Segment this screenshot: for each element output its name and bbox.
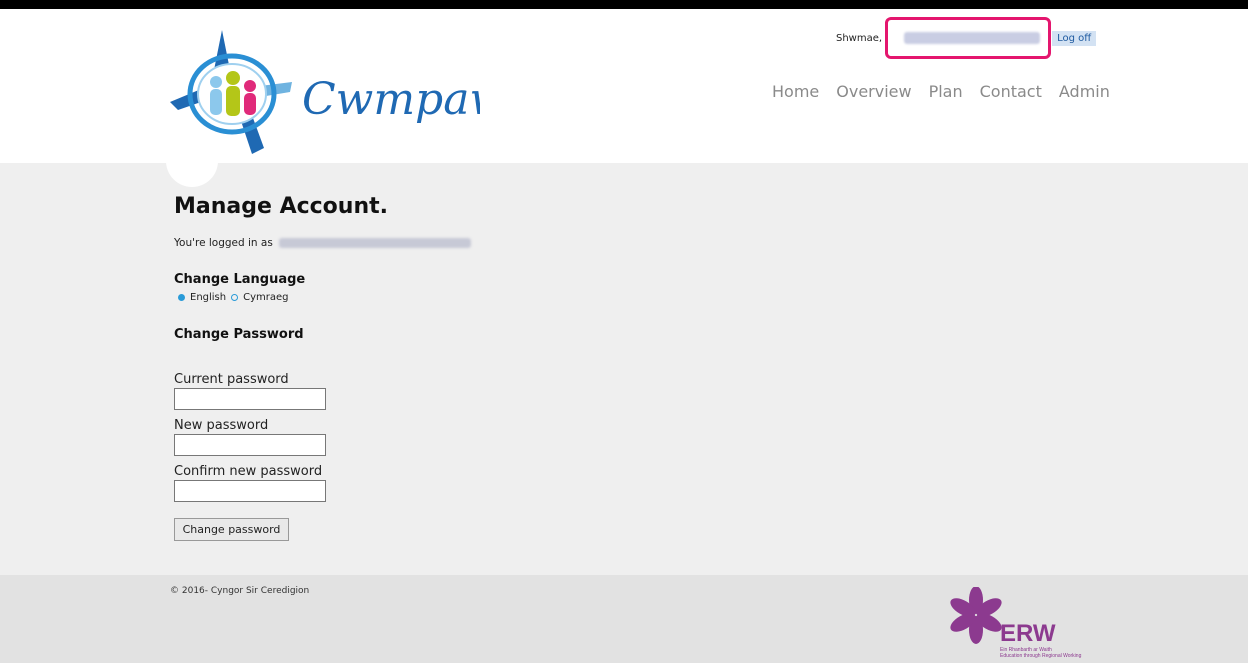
current-password-label: Current password bbox=[174, 372, 289, 387]
nav-overview[interactable]: Overview bbox=[836, 82, 911, 101]
nav-admin[interactable]: Admin bbox=[1059, 82, 1110, 101]
nav-plan[interactable]: Plan bbox=[929, 82, 963, 101]
logged-in-status: You're logged in as bbox=[174, 237, 471, 249]
new-password-label: New password bbox=[174, 418, 269, 433]
page-title: Manage Account. bbox=[174, 194, 388, 219]
main-content bbox=[0, 163, 1248, 575]
language-options: English Cymraeg bbox=[178, 292, 289, 303]
erw-wordmark: ERW bbox=[1000, 620, 1056, 647]
erw-tagline: Ein Rhanbarth ar Waith Education through… bbox=[1000, 647, 1081, 659]
decorative-circle bbox=[166, 135, 218, 187]
confirm-password-label: Confirm new password bbox=[174, 464, 323, 479]
main-nav: Home Overview Plan Contact Admin bbox=[772, 82, 1110, 101]
current-password-input[interactable] bbox=[174, 388, 326, 410]
logoff-link[interactable]: Log off bbox=[1052, 30, 1097, 46]
cwmpawd-logo[interactable]: Cwmpawd bbox=[170, 30, 535, 155]
language-radio-cymraeg[interactable] bbox=[231, 294, 239, 301]
nav-home[interactable]: Home bbox=[772, 82, 819, 101]
nav-contact[interactable]: Contact bbox=[980, 82, 1042, 101]
new-password-input[interactable] bbox=[174, 434, 326, 456]
language-label-cymraeg[interactable]: Cymraeg bbox=[243, 292, 288, 303]
change-password-button[interactable]: Change password bbox=[174, 518, 289, 541]
logged-in-prefix: You're logged in as bbox=[174, 237, 273, 249]
compass-logo-icon: Cwmpawd bbox=[170, 30, 535, 154]
svg-text:Cwmpawd: Cwmpawd bbox=[302, 74, 480, 125]
change-password-heading: Change Password bbox=[174, 327, 304, 342]
change-language-heading: Change Language bbox=[174, 272, 306, 287]
copyright-text: © 2016- Cyngor Sir Ceredigion bbox=[170, 586, 310, 596]
confirm-password-input[interactable] bbox=[174, 480, 326, 502]
language-radio-english[interactable] bbox=[178, 294, 185, 301]
top-black-bar bbox=[0, 0, 1248, 9]
redacted-logged-email bbox=[278, 238, 471, 248]
email-highlight-annotation bbox=[885, 17, 1051, 59]
greeting-text: Shwmae, bbox=[836, 32, 883, 44]
language-label-english[interactable]: English bbox=[190, 292, 226, 303]
erw-tagline-en: Education through Regional Working bbox=[1000, 653, 1082, 659]
